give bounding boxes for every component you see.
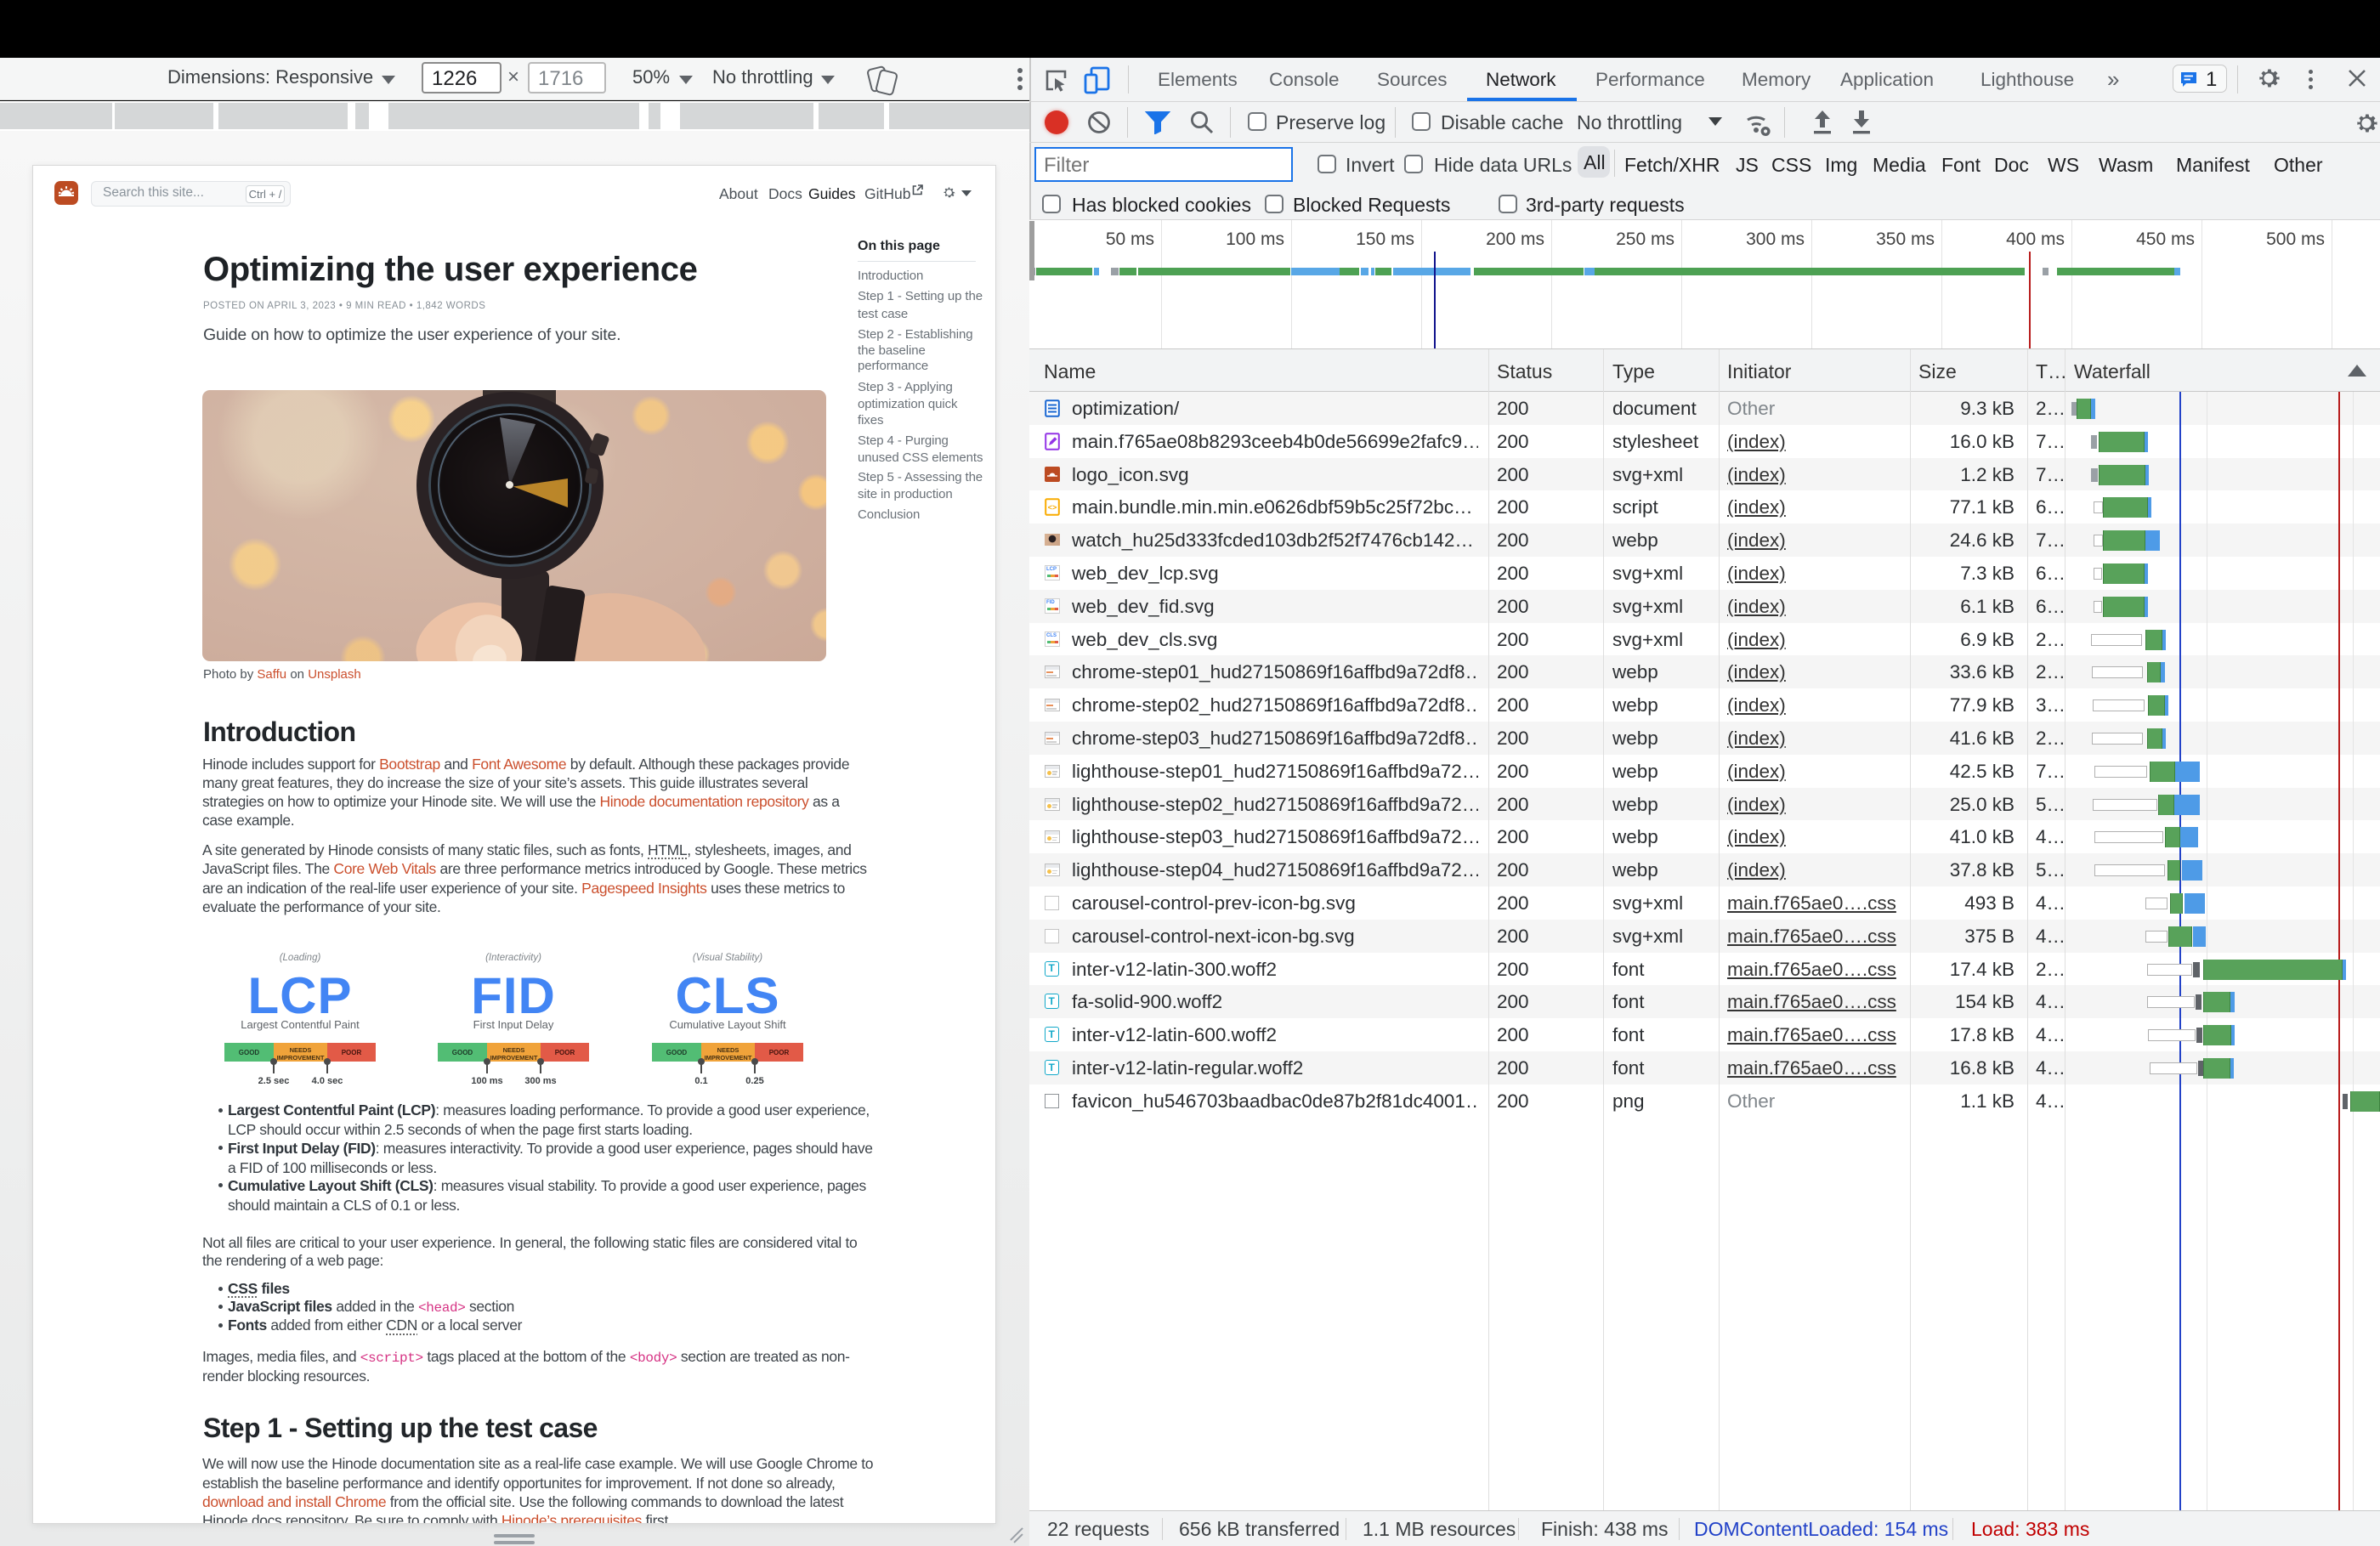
svg-text:<>: <>: [1048, 504, 1057, 513]
